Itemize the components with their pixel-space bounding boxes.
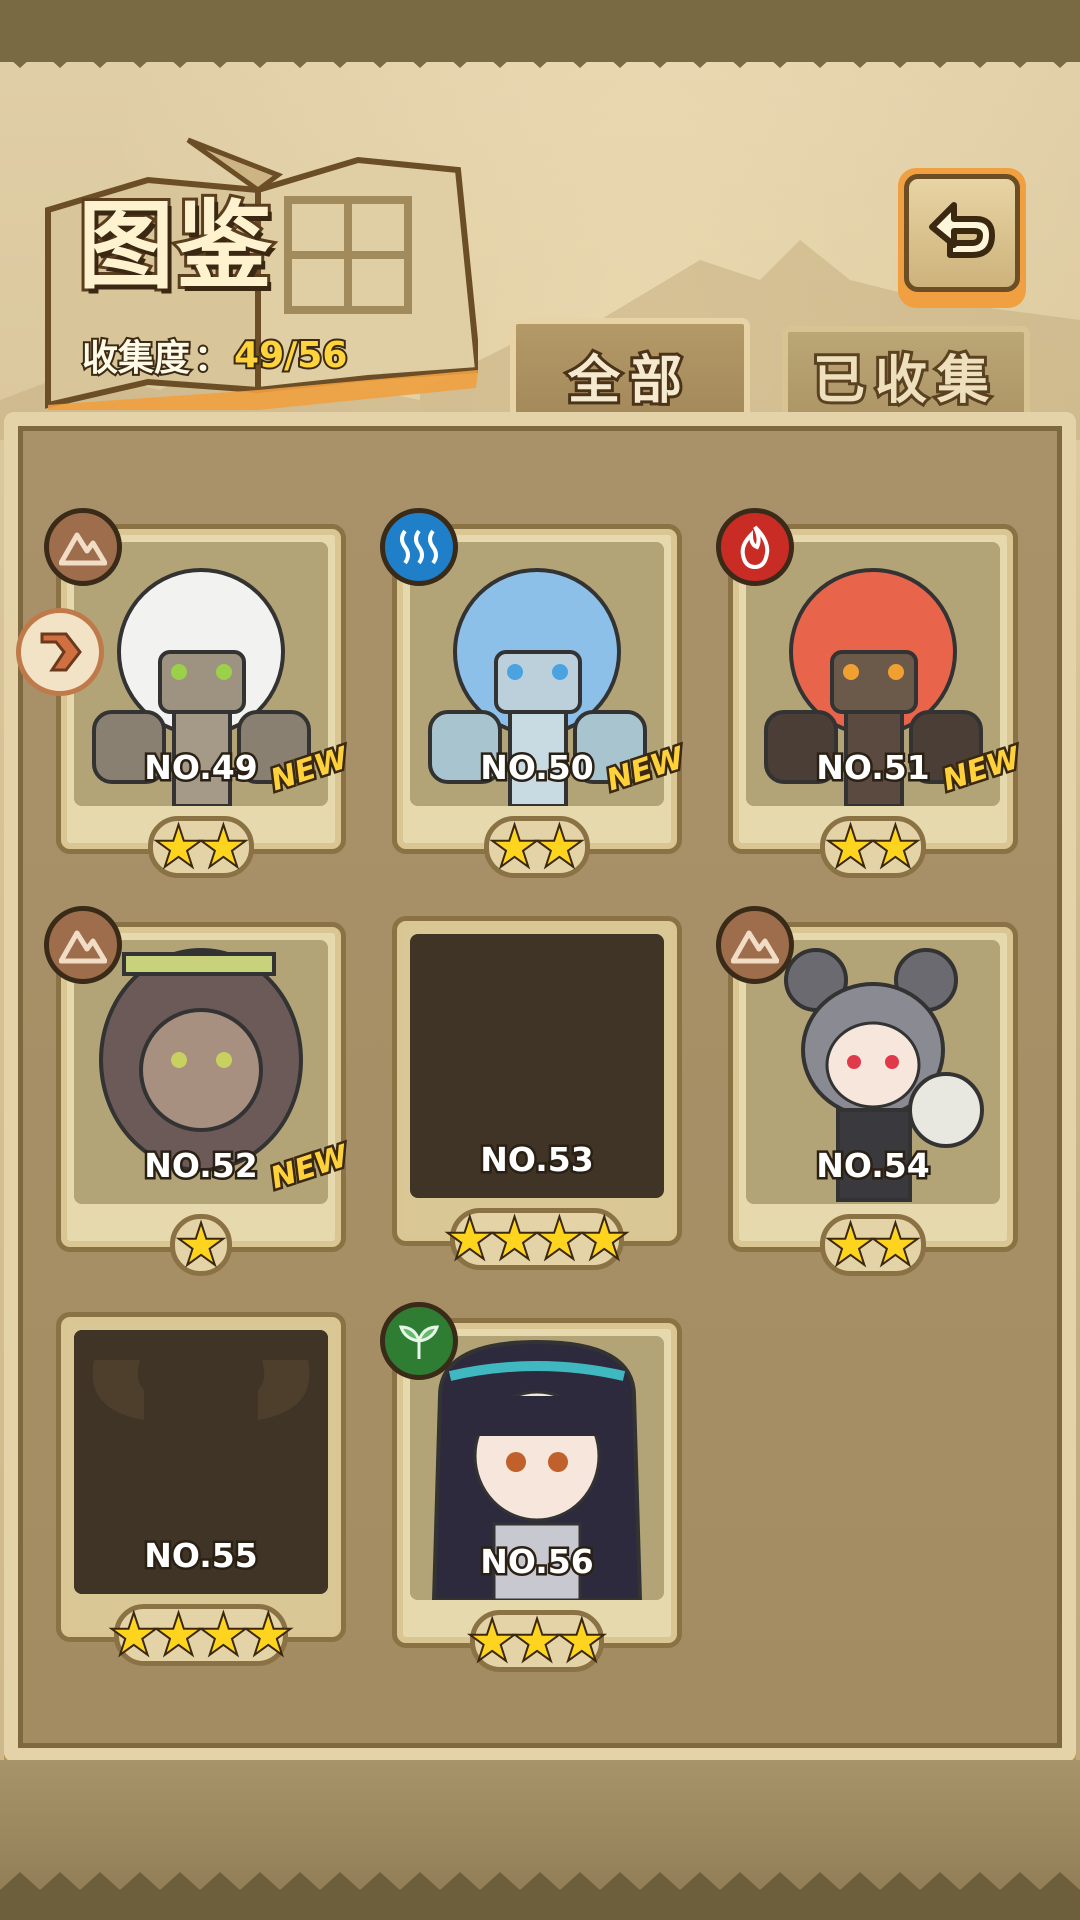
card-no54[interactable]: NO.54 ★★ — [716, 906, 1018, 1282]
collection-progress: 收集度 ： 49/56 — [80, 330, 349, 382]
card-number: NO.54 — [814, 1144, 932, 1188]
star-icon: ★★ — [490, 818, 584, 876]
card-no50[interactable]: NO.50 NEW ★★ — [380, 508, 691, 884]
earth-element-icon — [44, 906, 122, 984]
card-number: NO.55 — [142, 1534, 260, 1578]
star-rating: ★ — [170, 1214, 232, 1276]
fire-element-icon — [716, 508, 794, 586]
collection-value: 49/56 — [232, 333, 349, 378]
star-rating: ★★ — [484, 816, 590, 878]
card-no56[interactable]: NO.56 ★★★ — [380, 1302, 682, 1678]
collection-colon: ： — [192, 336, 232, 381]
star-rating: ★★ — [148, 816, 254, 878]
tab-collected[interactable]: 已收集 — [782, 326, 1030, 418]
earth-element-icon — [716, 906, 794, 984]
leaf-element-icon — [380, 1302, 458, 1380]
back-button[interactable] — [898, 168, 1026, 308]
return-arrow-icon — [929, 202, 995, 258]
top-zigzag-border — [0, 30, 1080, 68]
star-icon: ★★★★ — [445, 1210, 628, 1268]
card-no53[interactable]: NO.53 ★★★★ — [392, 916, 682, 1276]
star-rating: ★★★★ — [109, 1604, 293, 1666]
star-icon: ★★ — [154, 818, 248, 876]
star-icon: ★ — [177, 1216, 226, 1274]
star-rating: ★★★ — [468, 1610, 606, 1672]
card-no55[interactable]: NO.55 ★★★★ — [56, 1312, 346, 1672]
arrow-badge-icon — [16, 608, 104, 696]
card-no52[interactable]: NO.52 NEW ★ — [44, 906, 355, 1282]
earth-element-icon — [44, 508, 122, 586]
page-title: 图鉴 — [75, 186, 275, 305]
star-rating: ★★★★ — [445, 1208, 629, 1270]
card-no49[interactable]: NO.49 NEW ★★ — [44, 508, 355, 884]
bottom-zigzag-border — [0, 1872, 1080, 1920]
card-number: NO.56 — [478, 1540, 596, 1584]
star-icon: ★★ — [826, 1216, 920, 1274]
tab-all[interactable]: 全部 — [510, 318, 750, 426]
star-icon: ★★ — [826, 818, 920, 876]
water-element-icon — [380, 508, 458, 586]
card-number: NO.53 — [478, 1138, 596, 1182]
star-icon: ★★★★ — [109, 1606, 292, 1664]
star-icon: ★★★ — [468, 1612, 606, 1670]
star-rating: ★★ — [820, 816, 926, 878]
back-button-face[interactable] — [904, 174, 1020, 292]
card-no51[interactable]: NO.51 NEW ★★ — [716, 508, 1027, 884]
star-rating: ★★ — [820, 1214, 926, 1276]
collection-label: 收集度 — [80, 336, 192, 381]
